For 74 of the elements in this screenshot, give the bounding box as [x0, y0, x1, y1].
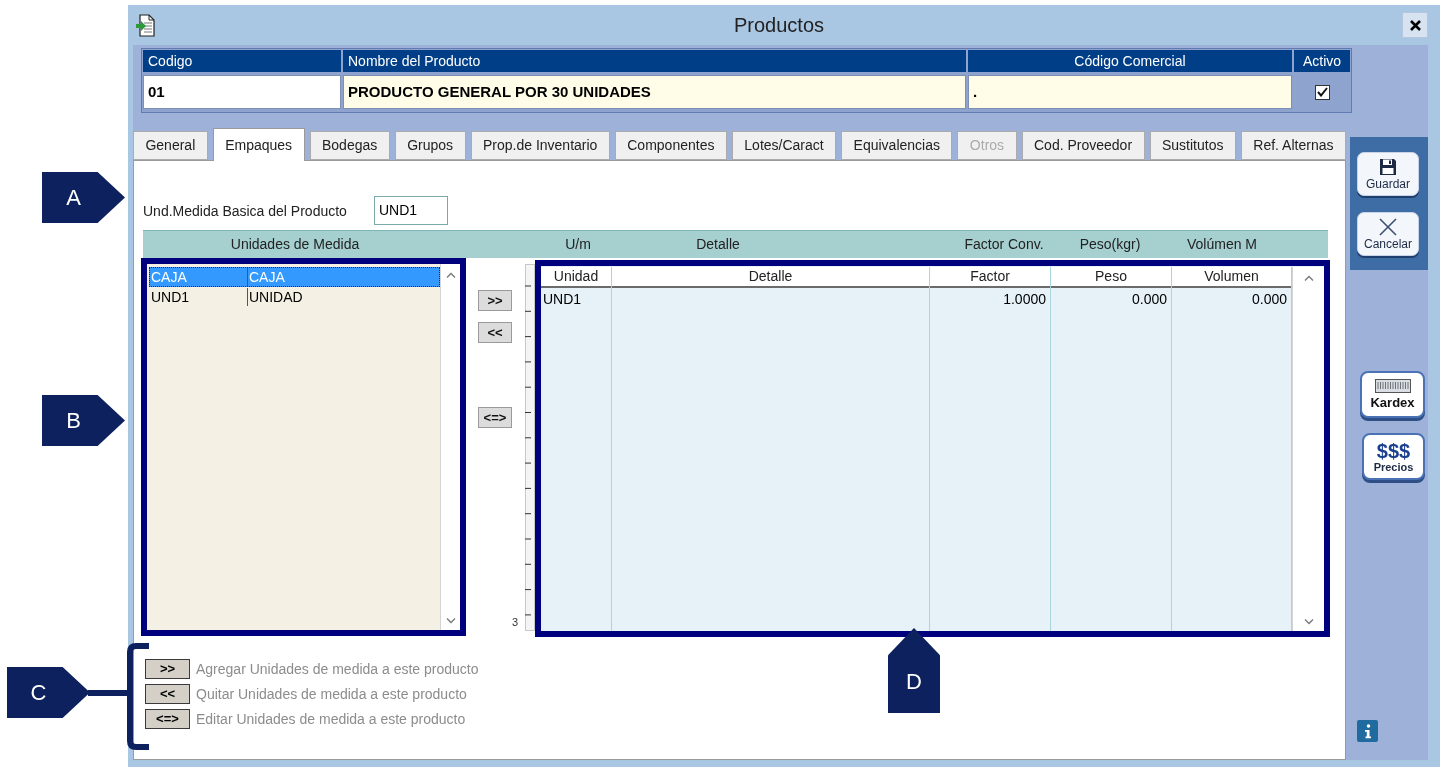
callout-marker: A — [42, 172, 125, 223]
unit-name: CAJA — [249, 267, 285, 287]
column-header: Factor — [930, 267, 1050, 288]
column-header: Factor Conv. — [964, 235, 1044, 254]
add-button[interactable]: >> — [478, 290, 512, 311]
legend-key: << — [145, 684, 190, 704]
checkbox[interactable] — [1314, 84, 1330, 100]
row-number: 3 — [512, 616, 520, 628]
column-header: Nombre del Producto — [343, 50, 966, 72]
table-cell-text: 0.000 — [1251, 290, 1287, 309]
callout-marker: C — [7, 667, 90, 718]
tab[interactable]: Prop.de Inventario — [470, 131, 610, 160]
leader-line — [88, 690, 130, 696]
checkmark-icon — [1316, 87, 1328, 97]
tab[interactable]: General — [133, 131, 208, 160]
edit-button[interactable]: <=> — [478, 407, 512, 428]
tab[interactable]: Cod. Proveedor — [1021, 131, 1145, 160]
close-button[interactable] — [1402, 12, 1428, 38]
commercial-code-field[interactable]: . — [968, 75, 1292, 109]
column-header: Peso — [1051, 267, 1171, 288]
chevron-down-icon — [445, 618, 456, 624]
keyboard-icon — [1374, 379, 1411, 393]
save-icon — [1379, 157, 1397, 176]
tab[interactable]: Sustitutos — [1149, 131, 1236, 160]
column-header: Activo — [1294, 50, 1350, 72]
table-cell-text: 1.0000 — [1003, 290, 1046, 309]
field-label: Und.Medida Basica del Producto — [143, 202, 347, 219]
column-header: U/m — [565, 235, 591, 254]
info-icon[interactable] — [1357, 720, 1378, 742]
document-icon — [136, 13, 156, 37]
chevron-down-icon — [1303, 619, 1314, 625]
cancel-button[interactable]: Cancelar — [1357, 212, 1419, 256]
legend-text: Agregar Unidades de medida a este producto — [196, 659, 479, 679]
column-header: Codigo — [143, 50, 341, 72]
chevron-up-icon — [1303, 275, 1314, 281]
scrollbar[interactable] — [440, 264, 460, 630]
tab[interactable]: Componentes — [614, 131, 727, 160]
product-name-field[interactable]: PRODUCTO GENERAL POR 30 UNIDADES — [343, 75, 966, 109]
code-field[interactable]: 01 — [143, 75, 341, 109]
tab[interactable]: Ref. Alternas — [1240, 131, 1346, 160]
column-header: Peso(kgr) — [1079, 235, 1141, 254]
scrollbar[interactable] — [1292, 267, 1324, 631]
remove-button[interactable]: << — [478, 322, 512, 343]
chevron-up-icon — [445, 272, 456, 278]
column-header: Detalle — [612, 267, 929, 288]
units-list[interactable]: CAJA CAJA UND1 UNIDAD — [141, 258, 466, 636]
column-header: Detalle — [696, 235, 740, 254]
legend-text: Editar Unidades de medida a este producto — [196, 709, 466, 729]
unit-code: CAJA — [151, 267, 187, 287]
tab[interactable]: Empaques — [212, 128, 305, 161]
legend-text: Quitar Unidades de medida a este producto — [196, 684, 467, 704]
prices-button[interactable]: $$$ Precios — [1362, 433, 1425, 480]
legend-key: >> — [145, 659, 190, 679]
legend-key: <=> — [145, 709, 190, 729]
column-header: Código Comercial — [968, 50, 1292, 72]
unit-name: UNIDAD — [249, 287, 303, 307]
table-cell-text: 0.000 — [1131, 290, 1167, 309]
window-title: Productos — [733, 13, 825, 37]
column-header: Unidades de Medida — [230, 235, 360, 254]
column-header: Unidad — [541, 267, 611, 288]
save-button[interactable]: Guardar — [1357, 152, 1419, 196]
tab[interactable]: Bodegas — [309, 131, 390, 160]
close-icon — [1409, 19, 1421, 31]
base-unit-field[interactable]: UND1 — [374, 196, 448, 225]
cross-icon — [1378, 217, 1398, 236]
callout-marker: B — [42, 395, 125, 446]
column-header: Volumen — [1172, 267, 1291, 288]
kardex-button[interactable]: Kardex — [1360, 371, 1425, 418]
table-cell-text: UND1 — [543, 290, 582, 309]
tab[interactable]: Lotes/Caract — [731, 131, 837, 160]
column-header: Volúmen M — [1186, 235, 1257, 254]
tab[interactable]: Equivalencias — [841, 131, 953, 160]
unit-code: UND1 — [151, 287, 190, 307]
tab[interactable]: Grupos — [394, 131, 466, 160]
